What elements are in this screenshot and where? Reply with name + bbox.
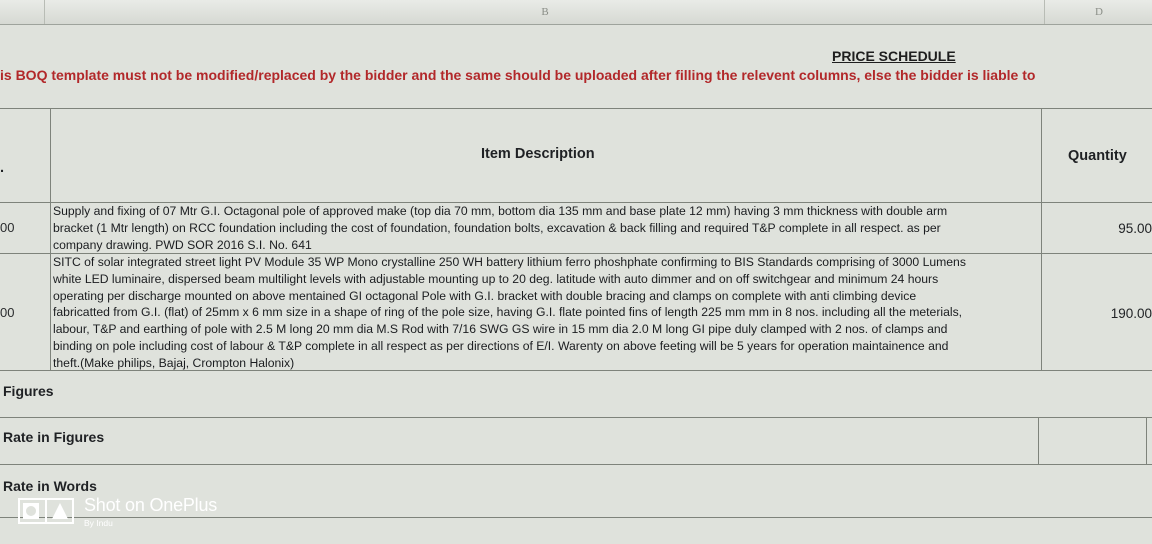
grid-line [50,108,51,370]
column-header-b[interactable]: B [44,0,1045,24]
quantity-cell[interactable]: 190.00 [1111,306,1152,321]
column-header-bar: B D [0,0,1152,25]
page-title: PRICE SCHEDULE [832,48,956,64]
grid-line [0,464,1152,465]
quantity-cell[interactable]: 95.00 [1118,221,1152,236]
row-number: 00 [0,305,15,320]
quantity-header: Quantity [1068,148,1127,164]
figures-label: Figures [3,383,54,399]
item-description-header: Item Description [481,146,595,162]
grid-line [1146,417,1147,464]
item-description-cell[interactable]: Supply and fixing of 07 Mtr G.I. Octagon… [53,203,1038,253]
watermark-sub-text: By Indu [84,518,113,528]
item-description-cell[interactable]: SITC of solar integrated street light PV… [53,254,1038,372]
rate-in-figures-label: Rate in Figures [3,429,105,445]
warning-notice: is BOQ template must not be modified/rep… [0,67,1036,83]
row-number: 00 [0,220,15,235]
oneplus-logo-icon [18,498,74,524]
rate-in-words-label: Rate in Words [3,478,97,494]
watermark-main-text: Shot on OnePlus [84,495,218,515]
grid-line [1038,417,1039,464]
grid-line [1041,108,1042,370]
camera-watermark: Shot on OnePlus By Indu [18,494,258,534]
grid-line [0,108,1152,109]
serial-header-fragment: . [0,160,5,176]
column-header-d[interactable]: D [1044,0,1152,24]
grid-line [0,417,1152,418]
